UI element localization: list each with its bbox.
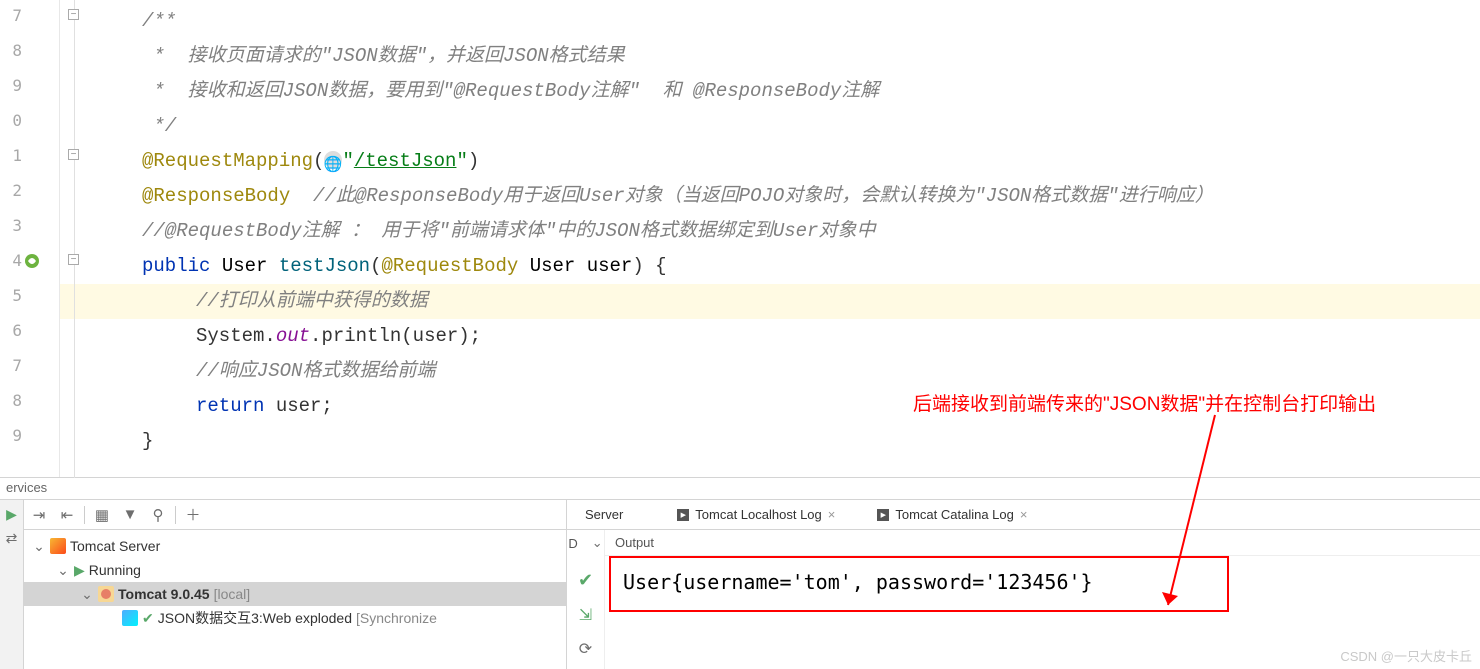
line-number: 2 — [0, 181, 22, 200]
line-number: 7 — [0, 6, 22, 25]
gutter: 7 8 9 0 1 2 3 4 5 6 7 8 9 — [0, 0, 60, 477]
close-icon[interactable]: × — [828, 507, 836, 522]
keyword-return: return — [196, 395, 264, 417]
fold-toggle[interactable]: − — [68, 9, 79, 20]
tree-label: Tomcat 9.0.45 — [118, 586, 210, 602]
earth-icon[interactable] — [324, 151, 342, 169]
line-number: 9 — [0, 76, 22, 95]
annotation-highlight-box — [609, 556, 1229, 612]
tomcat-icon — [98, 586, 114, 602]
tab-label: Tomcat Localhost Log — [695, 507, 821, 522]
output-panel: Server Tomcat Localhost Log × Tomcat Cata… — [567, 500, 1480, 669]
fold-toggle[interactable]: − — [68, 149, 79, 160]
line-number: 0 — [0, 111, 22, 130]
output-tabs: Server Tomcat Localhost Log × Tomcat Cata… — [567, 500, 1480, 530]
services-toolwindow-title: ervices — [0, 478, 1480, 500]
deployment-icon — [122, 610, 138, 626]
javadoc-line: * 接收和返回JSON数据，要用到"@RequestBody注解" 和 @Res… — [142, 80, 879, 102]
thumbtack-icon[interactable]: ⚲ — [147, 504, 169, 526]
run-icon[interactable]: ▶ — [4, 506, 20, 522]
code-text: System. — [196, 325, 276, 347]
output-main: Server Tomcat Localhost Log × Tomcat Cata… — [567, 500, 1480, 669]
line-number: 8 — [0, 391, 22, 410]
paren: ) — [468, 150, 479, 172]
method-name: testJson — [279, 255, 370, 277]
tree-tool-icon[interactable]: ⇄ — [4, 530, 20, 546]
watermark: CSDN @一只大皮卡丘 — [1340, 646, 1472, 665]
javadoc-line: * 接收页面请求的"JSON数据"，并返回JSON格式结果 — [142, 45, 625, 67]
brace-close: } — [142, 430, 153, 452]
keyword-public: public — [142, 255, 210, 277]
line-number: 6 — [0, 321, 22, 340]
check-icon[interactable]: ✔ — [578, 570, 593, 591]
output-tool-icon[interactable]: ⟳ — [579, 639, 592, 659]
line-comment: //打印从前端中获得的数据 — [196, 290, 428, 312]
brace: { — [644, 255, 667, 277]
fold-column: − − − — [60, 0, 100, 669]
d-label: D — [568, 536, 577, 551]
fold-toggle[interactable]: − — [68, 254, 79, 265]
annotation-requestmapping: @RequestMapping — [142, 150, 313, 172]
code-text: .println(user); — [310, 325, 481, 347]
output-subheader: Output — [605, 530, 1480, 556]
add-icon[interactable]: ＋ — [182, 504, 204, 526]
annotation-responsebody: @ResponseBody — [142, 185, 290, 207]
line-number: 4 — [0, 251, 22, 270]
line-number: 1 — [0, 146, 22, 165]
filter-icon[interactable]: ▼ — [119, 504, 141, 526]
line-number: 7 — [0, 356, 22, 375]
code-text: user; — [264, 395, 332, 417]
javadoc-close: */ — [142, 115, 176, 137]
fold-guide — [74, 0, 75, 478]
tree-row-tomcat-server[interactable]: ⌄ Tomcat Server — [24, 534, 566, 558]
close-icon[interactable]: × — [1020, 507, 1028, 522]
javadoc-open: /** — [142, 10, 176, 32]
expand-all-icon[interactable]: ⇥ — [28, 504, 50, 526]
tree-row-deployment[interactable]: ✔ JSON数据交互3:Web exploded [Synchronize — [24, 606, 566, 630]
tab-label: Tomcat Catalina Log — [895, 507, 1014, 522]
toolbar-separator — [175, 506, 176, 524]
redeploy-icon[interactable]: ⇲ — [579, 605, 592, 625]
annotation-text: 后端接收到前端传来的"JSON数据"并在控制台打印输出 — [913, 389, 1376, 416]
services-tree[interactable]: ⌄ Tomcat Server ⌄ ▶ Running ⌄ Tomcat 9.0… — [24, 530, 566, 669]
annotation-requestbody: @RequestBody — [381, 255, 518, 277]
line-number: 8 — [0, 41, 22, 60]
tab-catalina-log[interactable]: Tomcat Catalina Log × — [869, 500, 1035, 529]
url-link[interactable]: /testJson — [354, 150, 457, 172]
field-out: out — [276, 325, 310, 347]
tree-row-running[interactable]: ⌄ ▶ Running — [24, 558, 566, 582]
lower-panels: ▶ ⇄ ⇥ ⇤ ▦ ▼ ⚲ ＋ ⌄ Tomcat Server ⌄ ▶ Runn… — [0, 500, 1480, 669]
param-type: User — [530, 255, 576, 277]
string-literal: "/testJson" — [342, 150, 467, 172]
line-number: 5 — [0, 286, 22, 305]
tree-label-suffix: [Synchronize — [356, 610, 437, 626]
line-comment: //@RequestBody注解 ： 用于将"前端请求体"中的JSON格式数据绑… — [142, 220, 875, 242]
tab-label: Server — [585, 507, 623, 522]
left-tool-strip: ▶ ⇄ — [0, 500, 24, 669]
chevron-down-icon[interactable]: ⌄ — [592, 535, 603, 551]
line-number: 3 — [0, 216, 22, 235]
type-user: User — [222, 255, 268, 277]
services-tree-panel: ⇥ ⇤ ▦ ▼ ⚲ ＋ ⌄ Tomcat Server ⌄ ▶ Running … — [24, 500, 567, 669]
check-icon: ✔ — [142, 610, 154, 627]
tree-toolbar: ⇥ ⇤ ▦ ▼ ⚲ ＋ — [24, 500, 566, 530]
param-name: user — [587, 255, 633, 277]
log-icon — [677, 509, 689, 521]
tree-row-server-instance[interactable]: ⌄ Tomcat 9.0.45 [local] — [24, 582, 566, 606]
log-icon — [877, 509, 889, 521]
line-comment: //此@ResponseBody用于返回User对象（当返回POJO对象时，会默… — [290, 185, 1213, 207]
line-comment: //响应JSON格式数据给前端 — [196, 360, 435, 382]
tree-label: JSON数据交互3:Web exploded — [158, 608, 352, 628]
line-number: 9 — [0, 426, 22, 445]
tab-server[interactable]: Server — [577, 500, 631, 529]
tree-label-suffix: [local] — [214, 586, 251, 602]
spring-gutter-icon[interactable] — [24, 253, 40, 269]
chevron-down-icon[interactable]: ⌄ — [32, 538, 46, 555]
tab-localhost-log[interactable]: Tomcat Localhost Log × — [669, 500, 843, 529]
output-label: Output — [615, 535, 654, 550]
